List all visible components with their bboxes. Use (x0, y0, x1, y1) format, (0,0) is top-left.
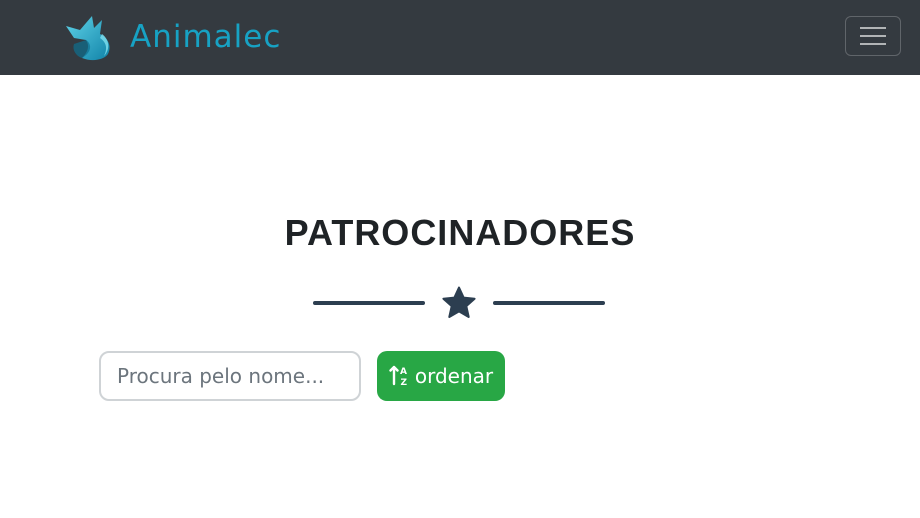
sort-button[interactable]: A Z ordenar (377, 351, 505, 401)
star-icon (442, 286, 476, 318)
title-divider (313, 284, 605, 322)
search-input[interactable] (99, 351, 361, 401)
sort-button-label: ordenar (414, 364, 494, 388)
divider-line-left (313, 301, 425, 305)
sort-alpha-icon: A Z (389, 365, 407, 387)
hamburger-icon (860, 27, 886, 29)
brand-name: Animalec (130, 19, 282, 55)
brand-link[interactable]: Animalec (62, 12, 281, 62)
svg-text:A: A (400, 367, 407, 377)
navbar: Animalec (0, 0, 920, 75)
svg-text:Z: Z (400, 378, 407, 387)
fox-logo-icon (66, 16, 110, 61)
menu-toggle-button[interactable] (845, 16, 901, 56)
page-title: PATROCINADORES (284, 212, 636, 253)
divider-line-right (493, 301, 605, 305)
